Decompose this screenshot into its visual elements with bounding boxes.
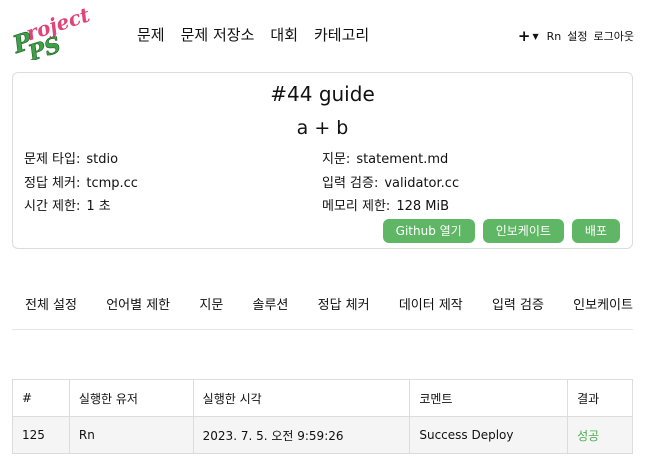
- nav-problems[interactable]: 문제: [137, 24, 165, 45]
- tab-checker[interactable]: 정답 체커: [318, 294, 370, 329]
- column-header: 실행한 유저: [68, 379, 194, 417]
- column-header: #: [12, 379, 70, 417]
- invoke-button[interactable]: 인보케이트: [482, 219, 564, 243]
- logo[interactable]: roject P PS: [8, 2, 102, 67]
- info-value: tcmp.cc: [86, 176, 138, 191]
- card-actions: Github 열기 인보케이트 배포: [382, 219, 620, 243]
- info-label: 메모리 제한:: [322, 199, 391, 214]
- deploy-history-table: # 실행한 유저 실행한 시각 코멘트 결과 125 Rn 2023. 7. 5…: [12, 379, 633, 454]
- problem-subtitle: a + b: [296, 117, 349, 139]
- run-result-cell: 성공: [567, 416, 633, 454]
- tab-general-settings[interactable]: 전체 설정: [25, 294, 77, 329]
- info-value: validator.cc: [384, 176, 460, 191]
- logout-link[interactable]: 로그아웃: [594, 28, 634, 44]
- info-memory-limit: 메모리 제한: 128 MiB: [322, 195, 449, 214]
- tab-data-generation[interactable]: 데이터 제작: [399, 294, 463, 329]
- user-link[interactable]: Rn: [547, 30, 562, 43]
- info-value: statement.md: [356, 152, 449, 167]
- logo-graphic: roject P PS: [8, 2, 93, 67]
- plus-icon[interactable]: +: [518, 27, 531, 45]
- info-validator: 입력 검증: validator.cc: [322, 172, 459, 191]
- info-value: 128 MiB: [396, 199, 450, 214]
- table-header-row: # 실행한 유저 실행한 시각 코멘트 결과: [12, 379, 633, 417]
- table-row[interactable]: 125 Rn 2023. 7. 5. 오전 9:59:26 Success De…: [12, 416, 633, 454]
- tab-validator[interactable]: 입력 검증: [492, 294, 544, 329]
- nav-categories[interactable]: 카테고리: [314, 24, 369, 45]
- problem-title: #44 guide: [270, 82, 375, 106]
- user-menu: + ▼ Rn 설정 로그아웃: [518, 27, 634, 45]
- info-value: stdio: [86, 152, 119, 167]
- info-label: 지문:: [322, 152, 351, 167]
- column-header: 실행한 시각: [192, 379, 411, 417]
- nav-problem-repository[interactable]: 문제 저장소: [181, 24, 255, 45]
- info-label: 정답 체커:: [24, 176, 81, 191]
- problem-tabs: 전체 설정 언어별 제한 지문 솔루션 정답 체커 데이터 제작 입력 검증 인…: [12, 294, 633, 330]
- run-user-cell: Rn: [68, 416, 194, 454]
- github-open-button[interactable]: Github 열기: [382, 219, 475, 243]
- info-checker: 정답 체커: tcmp.cc: [24, 172, 138, 191]
- info-time-limit: 시간 제한: 1 초: [24, 195, 111, 214]
- tab-language-limits[interactable]: 언어별 제한: [106, 294, 170, 329]
- caret-down-icon[interactable]: ▼: [532, 32, 538, 41]
- problem-card: #44 guide a + b 문제 타입: stdio 지문: statement…: [12, 72, 633, 249]
- run-comment-cell: Success Deploy: [409, 416, 569, 454]
- main-nav: 문제 문제 저장소 대회 카테고리: [137, 24, 385, 45]
- deploy-button[interactable]: 배포: [571, 219, 620, 243]
- column-header: 결과: [567, 379, 633, 417]
- column-header: 코멘트: [409, 379, 569, 417]
- info-label: 시간 제한:: [24, 199, 81, 214]
- settings-link[interactable]: 설정: [567, 28, 587, 44]
- tab-statement[interactable]: 지문: [199, 294, 223, 329]
- run-id-cell: 125: [12, 416, 70, 454]
- tab-invoke[interactable]: 인보케이트: [573, 294, 633, 329]
- info-problem-type: 문제 타입: stdio: [24, 148, 118, 167]
- nav-contests[interactable]: 대회: [270, 24, 298, 45]
- info-label: 입력 검증:: [322, 176, 379, 191]
- info-value: 1 초: [86, 199, 111, 214]
- run-time-cell: 2023. 7. 5. 오전 9:59:26: [192, 416, 411, 454]
- info-label: 문제 타입:: [24, 152, 81, 167]
- info-statement: 지문: statement.md: [322, 148, 448, 167]
- tab-solutions[interactable]: 솔루션: [253, 294, 289, 329]
